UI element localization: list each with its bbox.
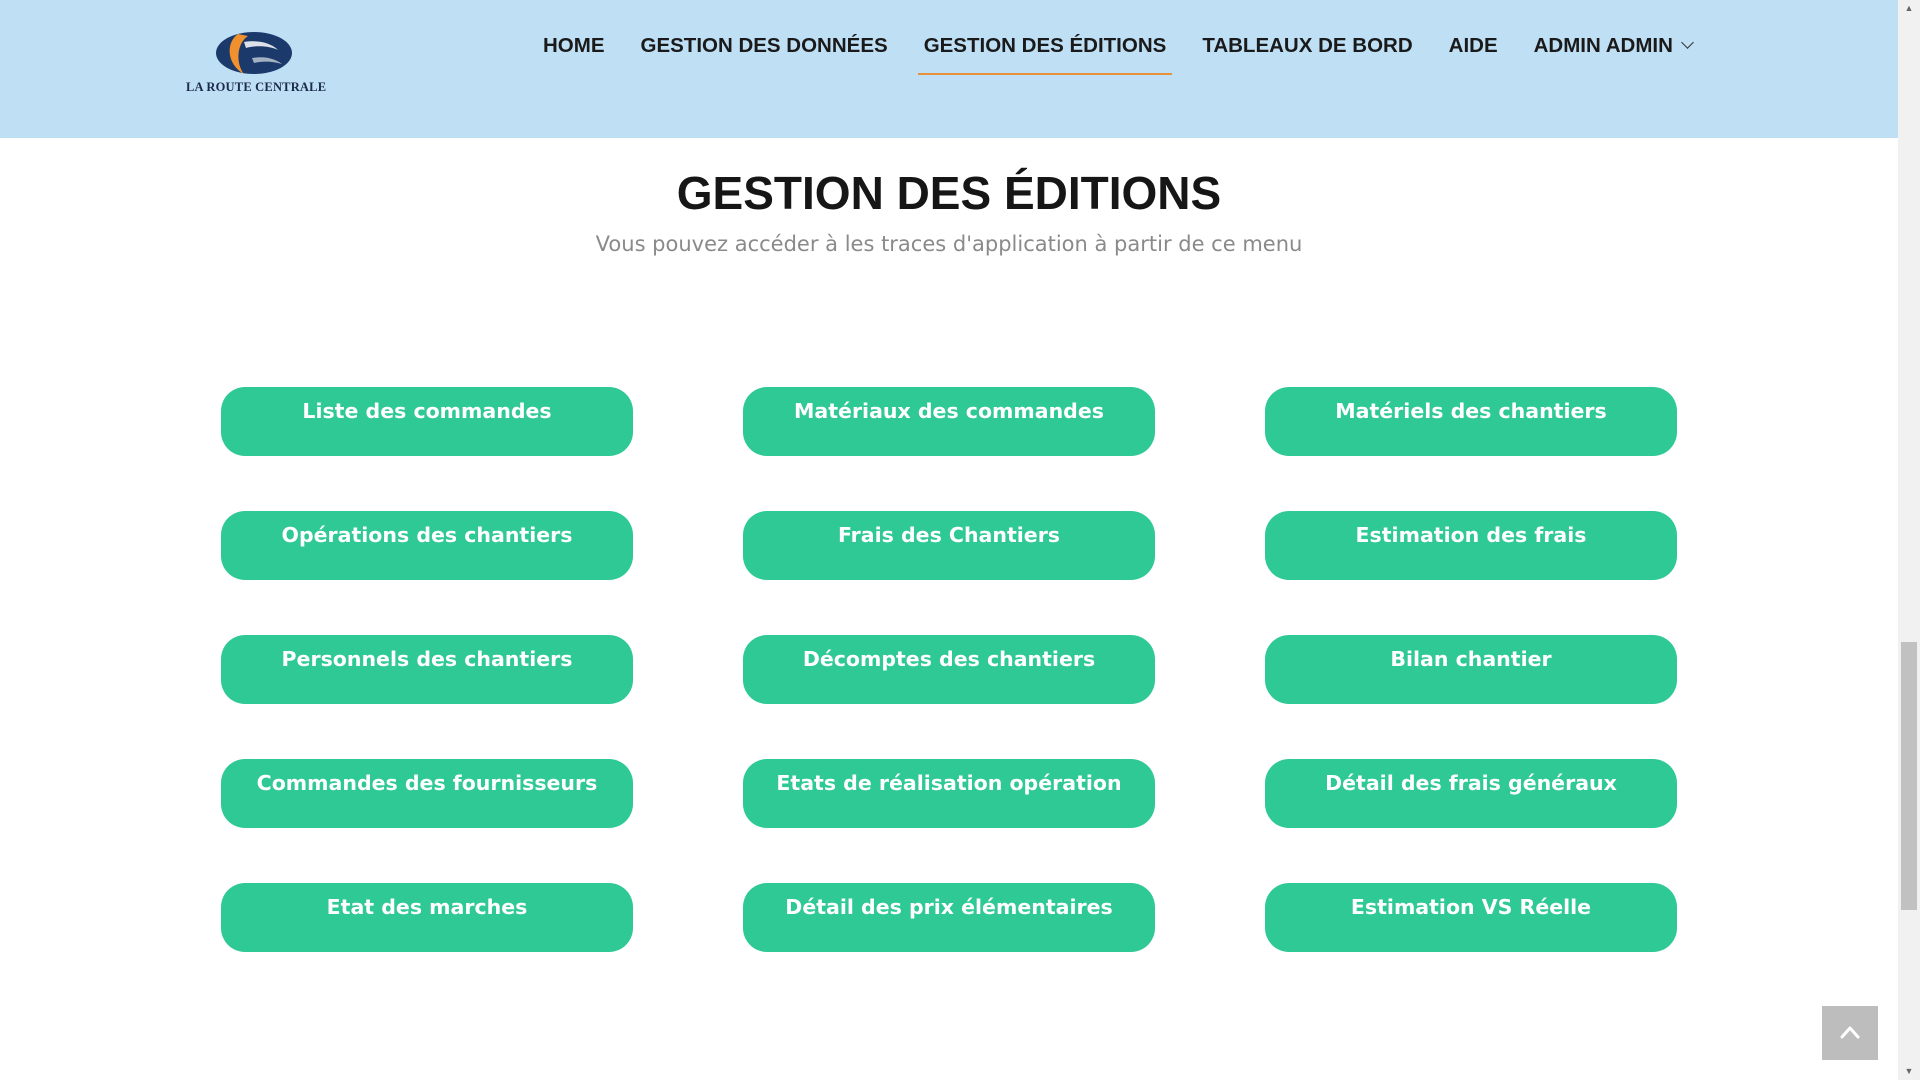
nav-item-label: AIDE [1448, 34, 1498, 57]
commandes-des-fournisseurs-button[interactable]: Commandes des fournisseurs [221, 759, 633, 828]
frais-des-chantiers-button[interactable]: Frais des Chantiers [743, 511, 1155, 580]
chevron-up-icon [1840, 1026, 1860, 1039]
logo-text: LA ROUTE CENTRALE [186, 80, 327, 94]
estimation-des-frais-button[interactable]: Estimation des frais [1265, 511, 1677, 580]
header: LA ROUTE CENTRALE HOME GESTION DES DONNÉ… [0, 0, 1898, 138]
detail-des-prix-elementaires-button[interactable]: Détail des prix élémentaires [743, 883, 1155, 952]
vertical-scrollbar[interactable]: ▲ ▼ [1898, 0, 1920, 1080]
nav-item-aide[interactable]: AIDE [1431, 0, 1516, 75]
scrollbar-thumb[interactable] [1901, 642, 1917, 910]
nav-item-label: ADMIN ADMIN [1533, 34, 1673, 57]
nav-item-label: GESTION DES ÉDITIONS [923, 34, 1167, 57]
etat-des-marches-button[interactable]: Etat des marches [221, 883, 633, 952]
nav-item-home[interactable]: HOME [525, 0, 623, 75]
logo[interactable]: LA ROUTE CENTRALE [186, 28, 327, 98]
logo-icon [216, 32, 292, 74]
nav-item-gestion-des-donnees[interactable]: GESTION DES DONNÉES [623, 0, 906, 75]
chevron-down-icon [1681, 36, 1694, 49]
main-nav: HOME GESTION DES DONNÉES GESTION DES ÉDI… [525, 0, 1710, 90]
operations-des-chantiers-button[interactable]: Opérations des chantiers [221, 511, 633, 580]
detail-des-frais-generaux-button[interactable]: Détail des frais généraux [1265, 759, 1677, 828]
etats-de-realisation-operation-button[interactable]: Etats de réalisation opération [743, 759, 1155, 828]
nav-item-label: GESTION DES DONNÉES [640, 34, 888, 57]
scroll-down-arrow-icon[interactable]: ▼ [1898, 1063, 1920, 1080]
liste-des-commandes-button[interactable]: Liste des commandes [221, 387, 633, 456]
nav-item-label: HOME [543, 34, 605, 57]
nav-item-gestion-des-editions[interactable]: GESTION DES ÉDITIONS [906, 0, 1185, 75]
estimation-vs-reelle-button[interactable]: Estimation VS Réelle [1265, 883, 1677, 952]
bilan-chantier-button[interactable]: Bilan chantier [1265, 635, 1677, 704]
materiaux-des-commandes-button[interactable]: Matériaux des commandes [743, 387, 1155, 456]
page-subtitle: Vous pouvez accéder à les traces d'appli… [595, 232, 1303, 256]
nav-item-tableaux-de-bord[interactable]: TABLEAUX DE BORD [1184, 0, 1430, 75]
decomptes-des-chantiers-button[interactable]: Décomptes des chantiers [743, 635, 1155, 704]
page-title: GESTION DES ÉDITIONS [676, 167, 1222, 219]
page: LA ROUTE CENTRALE HOME GESTION DES DONNÉ… [0, 0, 1920, 1080]
nav-item-admin-menu[interactable]: ADMIN ADMIN [1516, 0, 1710, 75]
materiels-des-chantiers-button[interactable]: Matériels des chantiers [1265, 387, 1677, 456]
nav-item-label: TABLEAUX DE BORD [1202, 34, 1413, 57]
scroll-up-arrow-icon[interactable]: ▲ [1898, 0, 1920, 17]
personnels-des-chantiers-button[interactable]: Personnels des chantiers [221, 635, 633, 704]
back-to-top-button[interactable] [1822, 1006, 1878, 1060]
editions-grid: Liste des commandes Matériaux des comman… [221, 387, 1678, 952]
